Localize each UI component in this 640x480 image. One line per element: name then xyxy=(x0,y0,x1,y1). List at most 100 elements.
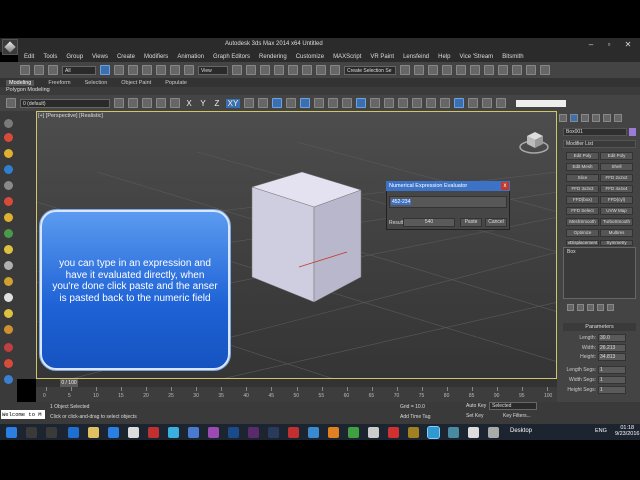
search-icon[interactable] xyxy=(26,427,37,438)
percent-snap-toggle-icon[interactable] xyxy=(272,98,282,108)
select-object-icon[interactable] xyxy=(100,65,110,75)
desktop-toolbar-label[interactable]: Desktop xyxy=(510,428,532,434)
menu-rendering[interactable]: Rendering xyxy=(259,54,287,60)
tool-icon-12[interactable] xyxy=(4,293,13,302)
modifier-button[interactable]: FFD 2x2x2 xyxy=(600,174,633,182)
menu-bitsmith[interactable]: Bitsmith xyxy=(502,54,523,60)
dialog-title-bar[interactable]: Numerical Expression Evaluator xyxy=(386,181,510,191)
select-by-name-icon[interactable] xyxy=(114,65,124,75)
isolate-icon[interactable] xyxy=(314,98,324,108)
stack-item-box[interactable]: Box xyxy=(567,249,576,255)
tool-icon-13[interactable] xyxy=(4,309,13,318)
xy-plane-icon[interactable] xyxy=(454,98,464,108)
set-key-button[interactable]: Set Key xyxy=(466,413,484,419)
modifier-list-dropdown[interactable]: Modifier List xyxy=(563,140,636,148)
modifier-button[interactable]: Edit Mesh xyxy=(566,163,599,171)
modifier-button[interactable]: FFD 3x3x3 xyxy=(566,185,599,193)
menu-views[interactable]: Views xyxy=(92,54,108,60)
axis-y-button[interactable]: Y xyxy=(198,99,208,108)
modifier-button[interactable]: MeshSmooth xyxy=(566,218,599,226)
select-manipulate-icon[interactable] xyxy=(246,65,256,75)
3dsmax-taskbar-icon[interactable] xyxy=(427,426,440,439)
menu-tools[interactable]: Tools xyxy=(43,54,57,60)
render-icon[interactable] xyxy=(526,65,536,75)
tool-icon-4[interactable] xyxy=(4,165,13,174)
store-icon[interactable] xyxy=(108,427,119,438)
tab-modeling[interactable]: Modeling xyxy=(6,79,35,86)
time-slider-thumb[interactable]: 0 / 100 xyxy=(60,379,78,387)
tab-object-paint[interactable]: Object Paint xyxy=(121,80,151,86)
rect-selection-icon[interactable] xyxy=(128,65,138,75)
time-slider[interactable]: 0 / 100 xyxy=(36,379,557,387)
camera-icon[interactable] xyxy=(384,98,394,108)
axis-z-button[interactable]: Z xyxy=(212,99,222,108)
task-view-icon[interactable] xyxy=(46,427,57,438)
move-gizmo-icon[interactable] xyxy=(342,98,352,108)
dialog-close-button[interactable]: x xyxy=(501,182,509,190)
command-input[interactable] xyxy=(516,99,566,107)
mirror-icon[interactable] xyxy=(400,65,410,75)
tool-icon-11[interactable] xyxy=(4,277,13,286)
modifier-button[interactable]: Edit Poly xyxy=(566,152,599,160)
walkthrough-icon[interactable] xyxy=(370,98,380,108)
clock[interactable]: 01:18 9/23/2016 xyxy=(615,425,639,437)
sun-icon[interactable] xyxy=(482,98,492,108)
param-spinner[interactable]: 1 xyxy=(598,366,626,374)
premiere-icon[interactable] xyxy=(208,427,219,438)
tool-icon-7[interactable] xyxy=(4,213,13,222)
app-icon-6[interactable] xyxy=(308,427,319,438)
key-filters-button[interactable]: Key Filters... xyxy=(503,413,531,419)
tab-freeform[interactable]: Freeform xyxy=(48,80,70,86)
app-icon-1[interactable] xyxy=(128,427,139,438)
make-unique-icon[interactable] xyxy=(587,303,594,311)
space-warp-icon[interactable] xyxy=(426,98,436,108)
param-spinner[interactable]: 26.213 xyxy=(598,344,626,352)
language-indicator[interactable]: ENG xyxy=(595,428,607,434)
modifier-button[interactable]: Optimize xyxy=(566,229,599,237)
utilities-tab-icon[interactable] xyxy=(614,114,622,122)
menu-help[interactable]: Help xyxy=(438,54,450,60)
modifier-button[interactable]: UVW Map xyxy=(600,207,633,215)
paste-button[interactable]: Paste xyxy=(460,218,482,227)
tool-icon-5[interactable] xyxy=(4,181,13,190)
param-spinner[interactable]: 34.813 xyxy=(598,353,626,361)
axis-constraint-icon[interactable] xyxy=(356,98,366,108)
chrome-icon[interactable] xyxy=(348,427,359,438)
tool-icon-1[interactable] xyxy=(4,119,13,128)
lock-selection-icon[interactable] xyxy=(328,98,338,108)
app-icon-7[interactable] xyxy=(388,427,399,438)
close-icon[interactable]: ✕ xyxy=(621,40,635,50)
show-end-result-icon[interactable] xyxy=(577,303,584,311)
track-bar[interactable]: 0 5 10 15 20 25 30 35 40 45 50 55 60 65 70 75 80 85 90 95 10… xyxy=(36,387,557,402)
move-icon[interactable] xyxy=(156,65,166,75)
window-crossing-icon[interactable] xyxy=(142,65,152,75)
hierarchy-tab-icon[interactable] xyxy=(581,114,589,122)
modifier-button[interactable]: vDisplacement xyxy=(566,240,599,246)
snap-icon[interactable] xyxy=(274,65,284,75)
firefox-icon[interactable] xyxy=(328,427,339,438)
tool-icon-8[interactable] xyxy=(4,229,13,238)
keyboard-shortcut-icon[interactable] xyxy=(260,65,270,75)
ribbon-sub-label[interactable]: Polygon Modeling xyxy=(6,87,50,93)
app-icon-2[interactable] xyxy=(168,427,179,438)
after-effects-icon[interactable] xyxy=(248,427,259,438)
file-explorer-icon[interactable] xyxy=(88,427,99,438)
spinner-snap-icon[interactable] xyxy=(316,65,326,75)
pivot-icon[interactable] xyxy=(232,65,242,75)
object-name-field[interactable]: Box001 xyxy=(563,128,627,136)
curve-editor-icon[interactable] xyxy=(456,65,466,75)
menu-graph-editors[interactable]: Graph Editors xyxy=(213,54,250,60)
schematic-view-icon[interactable] xyxy=(470,65,480,75)
tool-icon-9[interactable] xyxy=(4,245,13,254)
menu-create[interactable]: Create xyxy=(117,54,135,60)
tool-icon-2[interactable] xyxy=(4,133,13,142)
photoshop-icon[interactable] xyxy=(228,427,239,438)
motion-tab-icon[interactable] xyxy=(592,114,600,122)
teapot-icon[interactable] xyxy=(540,65,550,75)
spinner-toggle-icon[interactable] xyxy=(286,98,296,108)
minimize-icon[interactable]: – xyxy=(584,40,598,50)
modifier-button[interactable]: Multires xyxy=(600,229,633,237)
start-icon[interactable] xyxy=(6,427,17,438)
modifier-button[interactable]: FFD(box) xyxy=(566,196,599,204)
modifier-button[interactable]: TurboSmooth xyxy=(600,218,633,226)
